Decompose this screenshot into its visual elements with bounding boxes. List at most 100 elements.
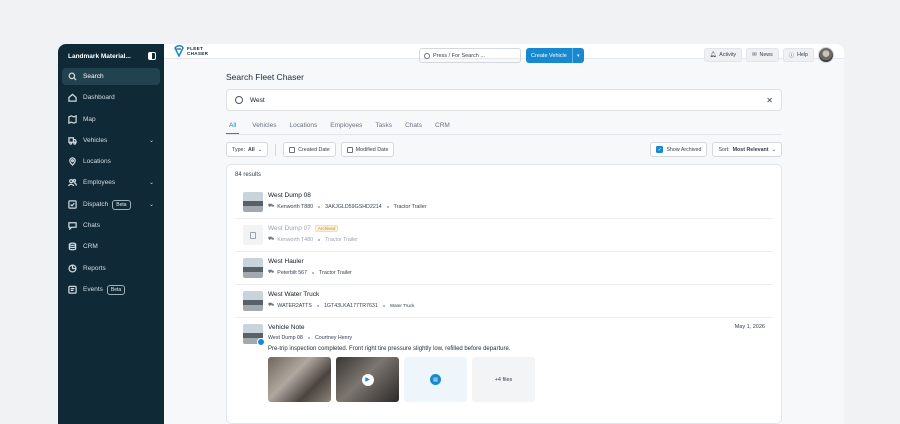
sidebar-item-employees[interactable]: Employees ⌄: [62, 174, 160, 191]
help-icon: ⓘ: [788, 53, 795, 59]
org-name: Landmark Material...: [68, 52, 131, 60]
tab-vehicles[interactable]: Vehicles: [252, 119, 276, 134]
vehicle-thumbnail: [243, 258, 263, 278]
note-result-row[interactable]: Vehicle Note May 1, 2026 West Dump 08 Co…: [235, 318, 773, 408]
results-panel: 84 results West Dump 08 ⛟ Kenworth T880 …: [226, 164, 782, 424]
chevron-down-icon[interactable]: ⌄: [149, 201, 154, 208]
calendar-icon: [346, 146, 353, 153]
location-pin-icon: [68, 157, 77, 167]
chevron-down-icon[interactable]: ▾: [571, 48, 584, 63]
sidebar-item-events[interactable]: Events Beta: [62, 281, 160, 298]
sidebar-item-locations[interactable]: Locations: [62, 153, 160, 170]
result-count: 84 results: [235, 172, 262, 178]
attachment-photo[interactable]: [268, 357, 331, 402]
result-meta: ⛟ Peterbilt 567 Tractor Trailer: [268, 269, 352, 276]
pie-chart-icon: [68, 264, 77, 273]
archived-badge: Archived: [314, 225, 339, 232]
search-icon: [424, 52, 430, 59]
search-input[interactable]: West ✕: [226, 89, 782, 111]
create-vehicle-button[interactable]: Create Vehicle: [526, 48, 572, 63]
note-title: Vehicle Note: [268, 324, 305, 331]
sidebar-item-dispatch[interactable]: Dispatch Beta ⌄: [62, 196, 160, 213]
org-switcher[interactable]: Landmark Material...: [62, 50, 160, 68]
sidebar-item-label: Locations: [83, 158, 111, 166]
sidebar-item-label: Search: [83, 73, 104, 80]
result-row[interactable]: West Dump 07 Archived ⛟ Kenworth T480 Tr…: [235, 219, 773, 252]
page-title: Search Fleet Chaser: [226, 72, 304, 82]
sidebar-item-crm[interactable]: CRM: [62, 238, 160, 255]
modified-date-filter[interactable]: Modified Date: [340, 142, 395, 157]
vehicle-thumbnail: [243, 324, 265, 346]
events-icon: [68, 285, 77, 294]
chevron-down-icon: ⌄: [257, 146, 263, 153]
activity-button[interactable]: 🔔︎ Activity: [703, 48, 743, 62]
search-page: Search Fleet Chaser West ✕ All Vehicles …: [164, 59, 844, 424]
note-meta: West Dump 08 Courtney Henry: [268, 335, 353, 341]
chevron-down-icon[interactable]: ⌄: [149, 137, 154, 144]
sidebar-item-label: Employees: [83, 179, 116, 187]
search-query[interactable]: West: [250, 97, 759, 104]
close-icon[interactable]: ✕: [766, 96, 773, 105]
topbar-actions: 🔔︎ Activity ✉︎ News ⓘ Help: [703, 47, 834, 63]
created-date-filter[interactable]: Created Date: [283, 142, 336, 157]
sidebar-item-label: Chats: [83, 222, 100, 230]
sort-dropdown[interactable]: Sort: Most Relevant ⌄: [712, 142, 782, 157]
sidebar-item-label: Map: [83, 115, 96, 123]
result-row[interactable]: West Dump 08 ⛟ Kenworth T880 3AKJGLD59GS…: [235, 186, 773, 219]
play-icon[interactable]: ▶: [361, 373, 374, 386]
sidebar-item-map[interactable]: Map: [62, 111, 160, 128]
tab-employees[interactable]: Employees: [330, 119, 362, 134]
chevron-down-icon: ⌄: [771, 146, 776, 153]
filter-bar: Type: All ⌄ Created Date Modified Date ✓ S…: [226, 142, 782, 157]
news-button[interactable]: ✉︎ News: [746, 48, 779, 62]
tab-chats[interactable]: Chats: [405, 119, 422, 134]
sidebar-item-label: Dashboard: [83, 94, 115, 102]
sidebar-item-search[interactable]: Search: [62, 68, 160, 85]
tab-crm[interactable]: CRM: [435, 119, 450, 134]
sidebar-item-label: Dispatch Beta: [83, 199, 149, 210]
sidebar: Landmark Material... Search Dashboard Ma…: [58, 44, 164, 424]
result-row[interactable]: West Hauler ⛟ Peterbilt 567 Tractor Trai…: [235, 252, 773, 285]
chevron-down-icon[interactable]: ⌄: [149, 179, 154, 186]
tab-tasks[interactable]: Tasks: [375, 119, 392, 134]
result-name: West Dump 08: [268, 192, 311, 199]
sidebar-item-label: Vehicles: [83, 136, 108, 144]
attachment-file[interactable]: ▤: [404, 357, 467, 402]
sidebar-item-label: Reports: [83, 264, 106, 272]
sidebar-item-chats[interactable]: Chats: [62, 217, 160, 234]
sidebar-item-dashboard[interactable]: Dashboard: [62, 89, 160, 106]
sidebar-item-label: Events Beta: [83, 284, 154, 295]
truck-icon: ⛟: [268, 203, 275, 209]
sidebar-item-reports[interactable]: Reports: [62, 260, 160, 277]
avatar[interactable]: [818, 47, 834, 63]
result-name: West Dump 07 Archived: [268, 225, 765, 232]
note-text: Pre-trip inspection completed. Front rig…: [268, 346, 511, 352]
divider: [275, 143, 277, 156]
chat-icon: [68, 221, 77, 231]
app-logo[interactable]: FLEET CHASER: [174, 45, 208, 57]
global-search-input[interactable]: Press / For Search ...: [419, 48, 521, 63]
help-button[interactable]: ⓘ Help: [782, 48, 814, 62]
result-meta: ⛟ Kenworth T480 Tractor Trailer: [268, 236, 358, 243]
vehicle-thumbnail-placeholder: [243, 225, 263, 245]
sidebar-toggle-icon[interactable]: [148, 52, 156, 60]
result-row[interactable]: West Water Truck ⛟ WATER2ATTS 1GT43LKA17…: [235, 285, 773, 318]
dispatch-icon: [68, 200, 77, 209]
global-search-placeholder: Press / For Search ...: [433, 52, 485, 59]
attachment-video[interactable]: ▶: [336, 357, 399, 402]
tab-all[interactable]: All: [226, 119, 240, 134]
truck-icon: ⛟: [268, 302, 275, 308]
vehicle-thumbnail: [243, 192, 263, 212]
tab-locations[interactable]: Locations: [289, 119, 317, 134]
beta-badge: Beta: [106, 284, 126, 295]
app-window: Landmark Material... Search Dashboard Ma…: [58, 44, 844, 424]
type-filter-dropdown[interactable]: Type: All ⌄: [226, 142, 269, 157]
users-icon: [68, 178, 77, 187]
show-archived-checkbox[interactable]: ✓ Show Archived: [650, 142, 708, 157]
fleet-chaser-logo-icon: [174, 45, 184, 57]
bell-icon: 🔔︎: [709, 52, 717, 58]
sidebar-item-vehicles[interactable]: Vehicles ⌄: [62, 132, 160, 149]
result-meta: ⛟ WATER2ATTS 1GT43LKA177TR7631 Water Tru…: [268, 302, 415, 309]
more-files-button[interactable]: +4 files: [472, 357, 535, 402]
create-vehicle-group: Create Vehicle ▾: [526, 48, 584, 63]
